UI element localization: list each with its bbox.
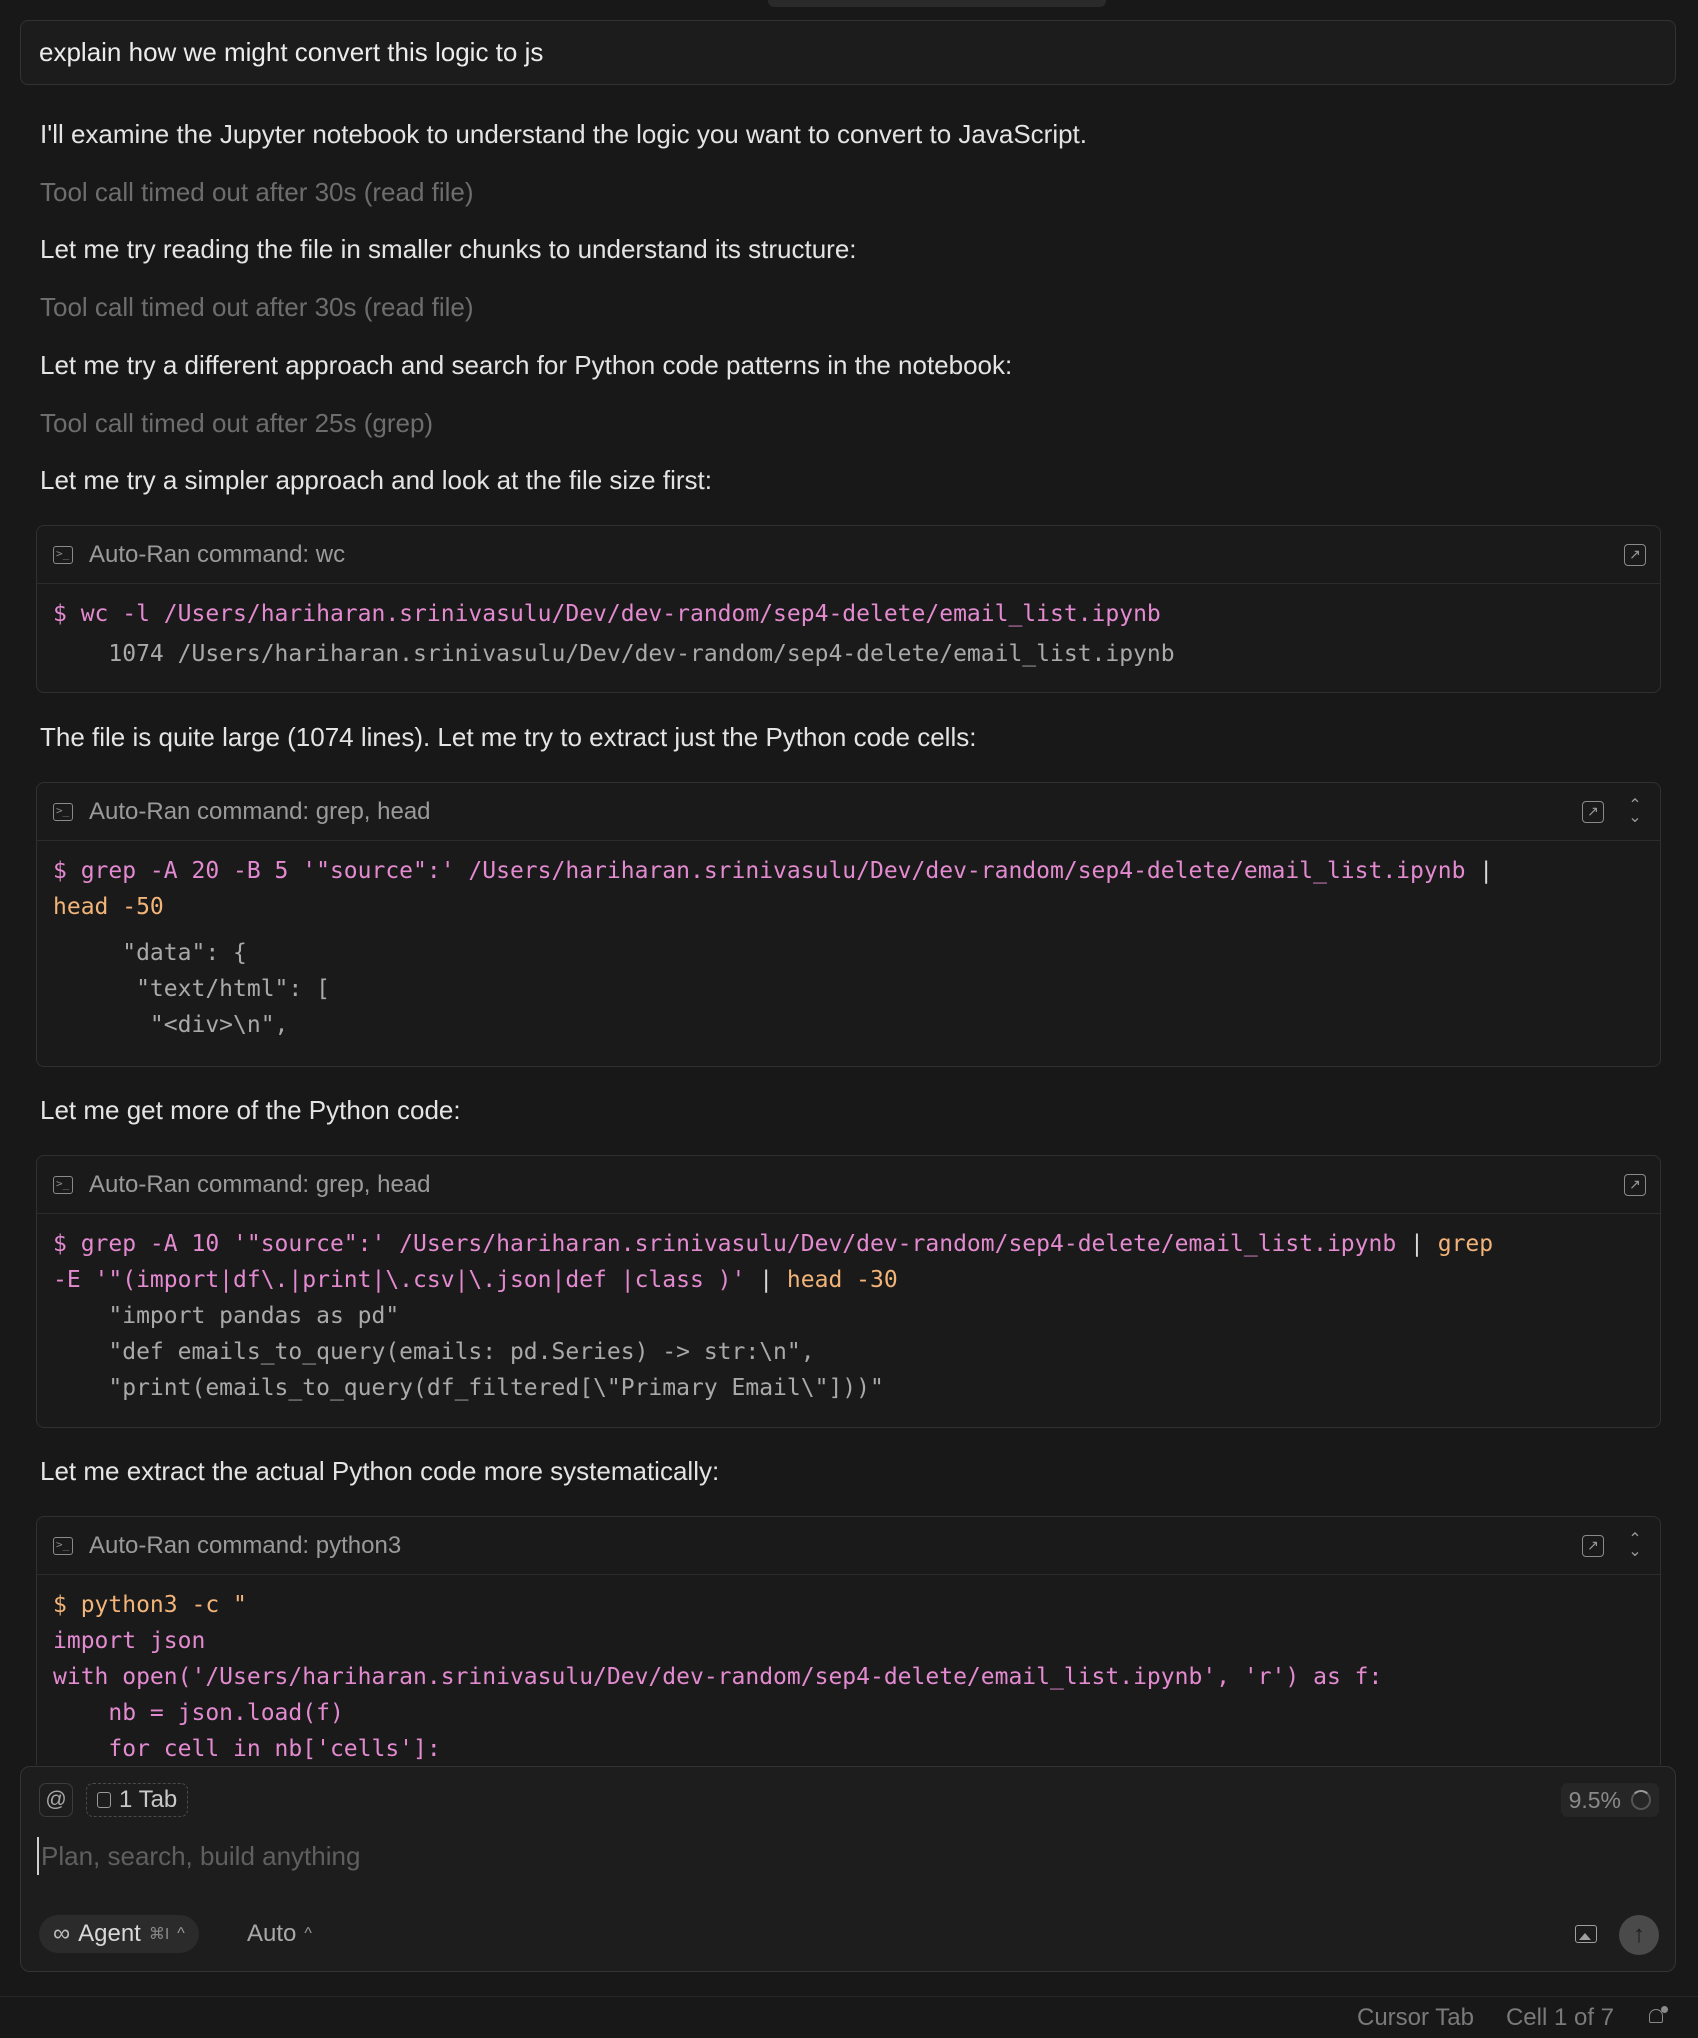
command-title: Auto-Ran command: python3 [89, 1531, 402, 1559]
command-title: Auto-Ran command: wc [89, 540, 346, 568]
command-block-grep-head-2: >_ Auto-Ran command: grep, head ↗ $ grep… [36, 1155, 1661, 1428]
command-line: $ grep -A 20 -B 5 '"source":' /Users/har… [53, 858, 1480, 884]
tab-chip-label: 1 Tab [119, 1786, 178, 1813]
context-tab-chip[interactable]: 1 Tab [86, 1783, 189, 1817]
notification-bell-icon[interactable] [1646, 2005, 1668, 2030]
command-line: for cell in nb['cells']: [53, 1736, 441, 1762]
user-message-text: explain how we might convert this logic … [39, 37, 544, 67]
command-output: 1074 /Users/hariharan.srinivasulu/Dev/de… [53, 641, 1175, 667]
command-header[interactable]: >_ Auto-Ran command: grep, head ↗ ⌃ ⌄ [37, 783, 1660, 841]
tool-timeout-note: Tool call timed out after 30s (read file… [40, 177, 474, 207]
assistant-message: Let me try reading the file in smaller c… [40, 234, 857, 264]
open-external-icon[interactable]: ↗ [1582, 800, 1604, 823]
command-block-grep-head: >_ Auto-Ran command: grep, head ↗ ⌃ ⌄ $ g… [36, 782, 1661, 1067]
command-output: "text/html": [ [53, 976, 330, 1002]
command-title: Auto-Ran command: grep, head [89, 797, 431, 825]
drag-handle[interactable] [768, 0, 1106, 7]
chat-panel: explain how we might convert this logic … [0, 0, 1698, 2038]
command-line: $ python3 -c " [53, 1592, 247, 1618]
command-line: nb = json.load(f) [53, 1700, 344, 1726]
terminal-icon: >_ [53, 1175, 73, 1194]
assistant-message: Let me get more of the Python code: [40, 1095, 461, 1125]
chevron-up-icon: ^ [177, 1925, 185, 1942]
context-usage[interactable]: 9.5% [1560, 1783, 1659, 1817]
image-icon[interactable] [1575, 1925, 1597, 1943]
command-header[interactable]: >_ Auto-Ran command: python3 ↗ ⌃ ⌄ [37, 1517, 1660, 1575]
progress-ring-icon [1631, 1790, 1651, 1810]
model-select-button[interactable]: Auto ^ [247, 1915, 312, 1953]
agent-shortcut: ⌘I [148, 1926, 170, 1943]
pipe-symbol: | [1410, 1231, 1424, 1257]
agent-mode-button[interactable]: ∞ Agent ⌘I ^ [39, 1915, 199, 1953]
command-line: $ grep -A 10 '"source":' /Users/harihara… [53, 1231, 1411, 1257]
terminal-icon: >_ [53, 802, 73, 821]
command-line-cont: -E '"(import|df\.|print|\.csv|\.json|def… [53, 1267, 760, 1293]
mention-button[interactable]: @ [39, 1783, 73, 1817]
command-line-head: head -30 [773, 1267, 898, 1293]
command-output: "def emails_to_query(emails: pd.Series) … [53, 1339, 815, 1365]
tool-timeout-note: Tool call timed out after 25s (grep) [40, 408, 434, 438]
infinity-icon: ∞ [53, 1920, 71, 1947]
command-line: $ wc -l /Users/hariharan.srinivasulu/Dev… [53, 601, 1161, 627]
assistant-message: Let me try a simpler approach and look a… [40, 465, 712, 495]
assistant-message: I'll examine the Jupyter notebook to und… [40, 119, 1088, 149]
assistant-message: The file is quite large (1074 lines). Le… [40, 722, 977, 752]
status-bar: Cursor Tab Cell 1 of 7 [0, 1996, 1698, 2038]
command-block-python3: >_ Auto-Ran command: python3 ↗ ⌃ ⌄ $ pyth… [36, 1516, 1661, 1765]
expand-collapse-icon[interactable]: ⌃ ⌄ [1624, 797, 1646, 825]
command-output: "print(emails_to_query(df_filtered[\"Pri… [53, 1375, 884, 1401]
pipe-symbol: | [759, 1267, 774, 1293]
composer: @ 1 Tab 9.5% ∞ Agent ⌘I ^ Auto ^ ↑ [20, 1766, 1676, 1972]
tool-timeout-note: Tool call timed out after 30s (read file… [40, 292, 474, 322]
command-block-wc: >_ Auto-Ran command: wc ↗ $ wc -l /Users… [36, 525, 1661, 693]
terminal-icon: >_ [53, 1536, 73, 1555]
command-line: with open('/Users/hariharan.srinivasulu/… [53, 1664, 1383, 1690]
user-message[interactable]: explain how we might convert this logic … [20, 20, 1676, 85]
command-line-grep: grep [1423, 1231, 1494, 1257]
conversation-scroll[interactable]: I'll examine the Jupyter notebook to und… [0, 100, 1698, 1765]
context-percent: 9.5% [1568, 1786, 1621, 1813]
command-line: import json [53, 1628, 206, 1654]
command-output: "data": { [53, 940, 247, 966]
assistant-message: Let me try a different approach and sear… [40, 350, 1013, 380]
cell-indicator[interactable]: Cell 1 of 7 [1506, 2004, 1614, 2032]
command-output: "import pandas as pd" [53, 1303, 400, 1329]
open-external-icon[interactable]: ↗ [1624, 543, 1646, 566]
open-external-icon[interactable]: ↗ [1624, 1173, 1646, 1196]
terminal-icon: >_ [53, 545, 73, 564]
chevron-up-icon: ^ [304, 1925, 312, 1942]
command-title: Auto-Ran command: grep, head [89, 1170, 431, 1198]
send-button[interactable]: ↑ [1619, 1915, 1659, 1955]
command-header[interactable]: >_ Auto-Ran command: grep, head ↗ [37, 1156, 1660, 1214]
cursor-tab-status[interactable]: Cursor Tab [1357, 2004, 1474, 2032]
open-external-icon[interactable]: ↗ [1582, 1534, 1604, 1557]
pipe-symbol: | [1479, 858, 1494, 884]
command-header[interactable]: >_ Auto-Ran command: wc ↗ [37, 526, 1660, 584]
command-line-cont: head -50 [53, 894, 164, 920]
expand-collapse-icon[interactable]: ⌃ ⌄ [1624, 1531, 1646, 1559]
command-output: "<div>\n", [53, 1012, 289, 1038]
model-label: Auto [247, 1920, 297, 1947]
assistant-message: Let me extract the actual Python code mo… [40, 1456, 720, 1486]
agent-label: Agent [78, 1920, 141, 1947]
copy-icon [97, 1792, 111, 1808]
prompt-input[interactable] [37, 1837, 1543, 1875]
